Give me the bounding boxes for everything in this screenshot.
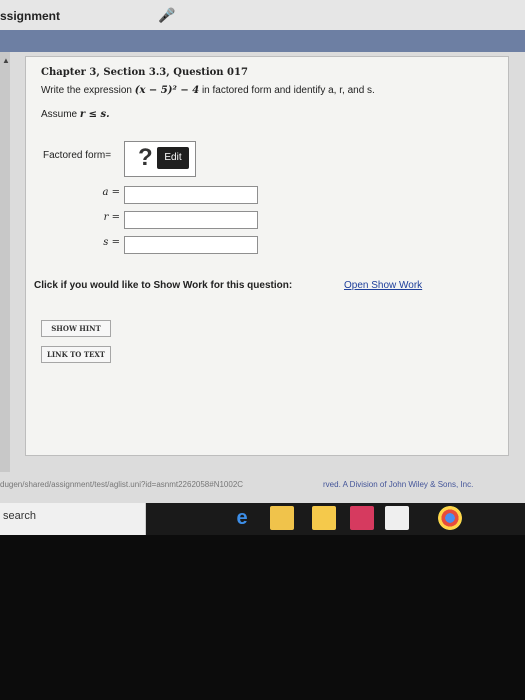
- scrollbar[interactable]: [0, 52, 10, 472]
- copyright-footer: rved. A Division of John Wiley & Sons, I…: [323, 480, 474, 489]
- edge-icon[interactable]: e: [230, 506, 254, 530]
- assumption-text: Assume r ≤ s.: [41, 109, 110, 120]
- browser-window: ssignment ▲ Chapter 3, Section 3.3, Ques…: [0, 0, 525, 535]
- prompt-prefix: Write the expression: [41, 85, 132, 96]
- mail-icon[interactable]: [385, 506, 409, 530]
- scroll-up-icon[interactable]: ▲: [2, 56, 10, 65]
- question-title: Chapter 3, Section 3.3, Question 017: [41, 67, 248, 78]
- folder-icon[interactable]: [270, 506, 294, 530]
- app-title: ssignment: [0, 9, 61, 23]
- prompt-suffix: in factored form and identify a, r, and …: [201, 85, 375, 96]
- monitor-bezel: [0, 535, 525, 700]
- edit-button[interactable]: Edit: [157, 147, 189, 169]
- question-panel: Chapter 3, Section 3.3, Question 017 Wri…: [25, 56, 509, 456]
- s-input[interactable]: [124, 236, 258, 254]
- microphone-icon[interactable]: 🎤: [158, 7, 175, 24]
- search-placeholder: search: [3, 510, 37, 522]
- course-header-bar: [0, 30, 525, 52]
- show-work-question: Click if you would like to Show Work for…: [34, 280, 293, 291]
- assume-math: r ≤ s.: [79, 109, 110, 120]
- status-url: dugen/shared/assignment/test/aglist.uni?…: [0, 480, 244, 489]
- math-expression: (x − 5)² − 4: [134, 85, 200, 96]
- store-icon[interactable]: [312, 506, 336, 530]
- search-box[interactable]: search: [0, 503, 146, 535]
- show-hint-button[interactable]: SHOW HINT: [41, 320, 111, 337]
- link-to-text-button[interactable]: LINK TO TEXT: [41, 346, 111, 363]
- s-label: s =: [103, 237, 120, 248]
- mcafee-icon[interactable]: [350, 506, 374, 530]
- question-mark-icon: ?: [138, 144, 153, 171]
- browser-top-bar: ssignment: [0, 0, 525, 30]
- question-prompt: Write the expression (x − 5)² − 4 in fac…: [41, 85, 375, 96]
- chrome-icon[interactable]: [438, 506, 462, 530]
- a-input[interactable]: [124, 186, 258, 204]
- open-show-work-link[interactable]: Open Show Work: [344, 280, 422, 291]
- assume-label: Assume: [41, 109, 78, 120]
- r-label: r =: [103, 212, 120, 223]
- factored-form-label: Factored form=: [43, 150, 112, 161]
- r-input[interactable]: [124, 211, 258, 229]
- a-label: a =: [102, 187, 120, 198]
